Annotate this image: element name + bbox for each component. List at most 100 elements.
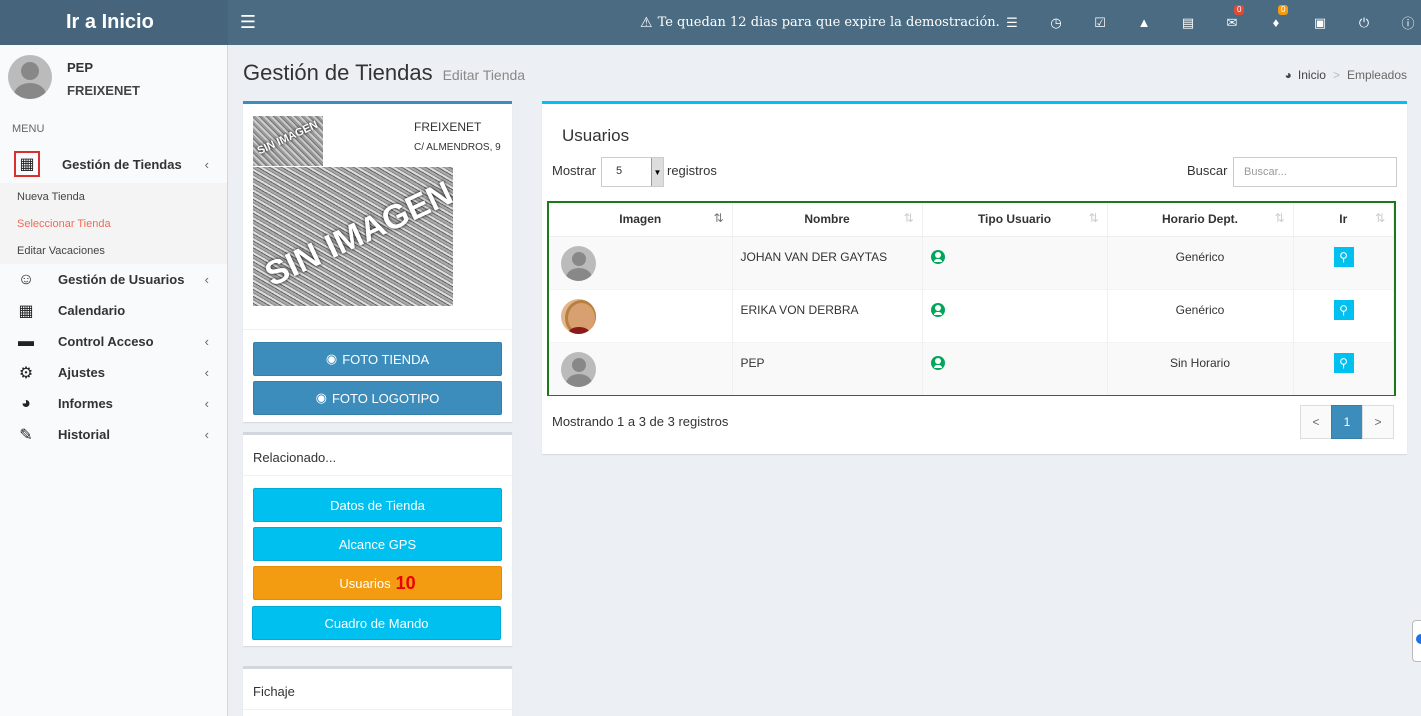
page-size-select[interactable]: 5 ▼	[601, 157, 664, 187]
foto-tienda-label: FOTO TIENDA	[342, 351, 430, 367]
list-icon[interactable]: ☰	[990, 0, 1034, 45]
road-icon[interactable]: ▲	[1122, 0, 1166, 45]
pagination: < 1 >	[1300, 405, 1394, 439]
column-header-tipo-usuario[interactable]: Tipo Usuario ⇅	[922, 203, 1108, 237]
chevron-left-icon: ‹	[204, 427, 209, 442]
sidebar-item-gestion-usuarios[interactable]: ☺ Gestión de Usuarios ‹	[0, 264, 227, 295]
submenu-item-editar-vacaciones[interactable]: Editar Vacaciones	[0, 237, 227, 264]
search-icon[interactable]: ⚲	[1333, 352, 1354, 373]
horario-cell: Sin Horario	[1107, 341, 1294, 395]
user-name-cell: PEP	[732, 341, 923, 395]
comments-icon[interactable]: ✉ 0	[1210, 0, 1254, 45]
sidebar-item-label: Calendario	[58, 303, 126, 318]
cuadro-mando-button[interactable]: Cuadro de Mando	[252, 606, 501, 640]
column-header-nombre[interactable]: Nombre ⇅	[732, 203, 923, 237]
user-info: PEP FREIXENET	[67, 55, 140, 98]
sidebar-item-informes[interactable]: ◕ Informes ‹	[0, 388, 227, 419]
users-table: Imagen ⇅ Nombre ⇅ Tipo Usuario ⇅ Horario De…	[547, 201, 1396, 396]
datos-tienda-button[interactable]: Datos de Tienda	[253, 488, 502, 522]
submenu-tiendas: Nueva Tienda Seleccionar Tienda Editar V…	[0, 183, 227, 264]
sidebar-item-calendario[interactable]: ▦ Calendario	[0, 295, 227, 326]
store-name: FREIXENET	[414, 120, 482, 134]
search-icon[interactable]: ⚲	[1333, 246, 1354, 267]
avatar	[561, 298, 596, 334]
column-header-horario[interactable]: Horario Dept. ⇅	[1107, 203, 1294, 237]
help-icon[interactable]: ⓘ	[1386, 0, 1421, 45]
home-link[interactable]: Ir a Inicio	[0, 0, 228, 45]
store-logo-image[interactable]: SIN IMAGEN	[253, 116, 323, 166]
dropdown-arrow-icon[interactable]: ▼	[651, 158, 663, 186]
column-label: Imagen	[619, 212, 662, 227]
column-label: Tipo Usuario	[977, 212, 1052, 227]
pie-chart-icon: ◕	[21, 394, 31, 412]
sidebar-item-historial[interactable]: ✎ Historial ‹	[0, 419, 227, 450]
sidebar: PEP FREIXENET MENU ▦ Gestión de Tiendas …	[0, 45, 228, 716]
search-input[interactable]: Buscar...	[1233, 157, 1397, 187]
sidebar-toggle-icon[interactable]: ☰	[228, 0, 268, 45]
divider	[243, 475, 512, 476]
dashboard-icon: ◕	[1284, 68, 1292, 82]
warning-icon: ⚠	[640, 14, 653, 31]
breadcrumb-home[interactable]: Inicio	[1298, 68, 1326, 82]
column-header-imagen[interactable]: Imagen ⇅	[549, 203, 733, 237]
sort-icon: ⇅	[1374, 211, 1385, 225]
newspaper-icon[interactable]: ▤	[1166, 0, 1210, 45]
alcance-gps-button[interactable]: Alcance GPS	[253, 527, 502, 561]
usuarios-label: Usuarios	[339, 575, 391, 591]
sidebar-item-label: Gestión de Usuarios	[58, 272, 185, 287]
calendar-icon: ▦	[18, 302, 34, 320]
page-title: Gestión de Tiendas	[243, 60, 433, 85]
user-icon	[930, 355, 945, 370]
usuarios-button[interactable]: Usuarios 10	[253, 566, 502, 600]
camera-icon: ◉	[325, 351, 338, 366]
column-label: Ir	[1339, 212, 1348, 227]
floating-widget-tab[interactable]	[1412, 620, 1421, 662]
building-icon: ▦	[14, 151, 40, 177]
content-header: Gestión de Tiendas Editar Tienda	[243, 60, 525, 86]
users-box: Usuarios Mostrar 5 ▼ registros Buscar Bu…	[542, 101, 1407, 454]
power-icon[interactable]: ⏻	[1342, 0, 1386, 45]
fichaje-title: Fichaje	[253, 684, 295, 699]
chevron-left-icon: ‹	[204, 396, 209, 411]
bell-icon[interactable]: ♦ 0	[1254, 0, 1298, 45]
page-1-button[interactable]: 1	[1331, 405, 1363, 439]
page-size-value: 5	[616, 165, 623, 177]
foto-logotipo-label: FOTO LOGOTIPO	[331, 390, 440, 406]
sidebar-item-gestion-tiendas[interactable]: ▦ Gestión de Tiendas ‹	[0, 145, 227, 183]
chevron-left-icon: ‹	[204, 156, 209, 172]
sidebar-item-label: Historial	[58, 427, 111, 442]
sidebar-item-ajustes[interactable]: ⚙ Ajustes ‹	[0, 357, 227, 388]
prev-page-button[interactable]: <	[1300, 405, 1332, 439]
table-row: PEP Sin Horario ⚲	[549, 341, 1394, 395]
sort-icon: ⇅	[1274, 211, 1285, 225]
usuarios-count: 10	[395, 572, 416, 593]
column-header-ir[interactable]: Ir ⇅	[1293, 203, 1394, 237]
avatar	[561, 245, 596, 281]
foto-logotipo-button[interactable]: ◉ FOTO LOGOTIPO	[253, 381, 502, 415]
user-name-cell: ERIKA VON DERBRA	[732, 288, 923, 342]
foto-tienda-button[interactable]: ◉ FOTO TIENDA	[253, 342, 502, 376]
column-label: Nombre	[804, 212, 850, 227]
records-label: registros	[667, 163, 717, 178]
calendar-check-icon[interactable]: ☑	[1078, 0, 1122, 45]
horario-cell: Genérico	[1107, 288, 1294, 342]
clock-icon[interactable]: ◷	[1034, 0, 1078, 45]
search-icon[interactable]: ⚲	[1333, 299, 1354, 320]
sidebar-item-control-acceso[interactable]: ▬ Control Acceso ‹	[0, 326, 227, 357]
sidebar-item-label: Gestión de Tiendas	[62, 156, 182, 172]
menu-header: MENU	[12, 123, 45, 135]
cart-icon[interactable]: ▣	[1298, 0, 1342, 45]
user-company: FREIXENET	[67, 83, 140, 98]
edit-icon: ✎	[19, 426, 33, 444]
breadcrumb-separator: >	[1332, 68, 1340, 82]
related-box: Relacionado... Datos de Tienda Alcance G…	[243, 432, 512, 646]
sort-icon: ⇅	[713, 211, 724, 225]
store-photo-image[interactable]: SIN IMAGEN	[253, 167, 453, 306]
submenu-item-nueva-tienda[interactable]: Nueva Tienda	[0, 183, 227, 210]
page-subtitle: Editar Tienda	[442, 67, 526, 83]
submenu-item-seleccionar-tienda[interactable]: Seleccionar Tienda	[0, 210, 227, 237]
users-title: Usuarios	[562, 126, 630, 145]
avatar	[561, 351, 596, 387]
next-page-button[interactable]: >	[1362, 405, 1394, 439]
table-row: ERIKA VON DERBRA Genérico ⚲	[549, 288, 1394, 342]
